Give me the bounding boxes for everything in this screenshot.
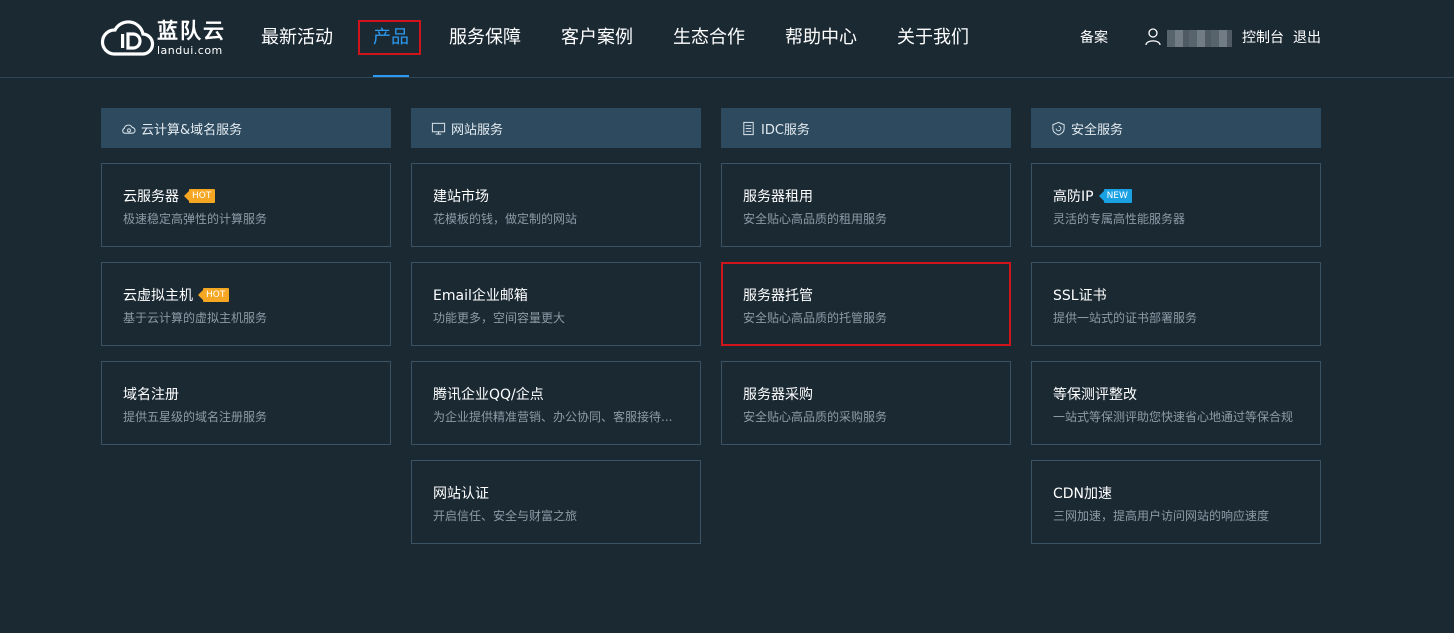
user-icon: [1145, 28, 1161, 46]
column-header-idc: IDC服务: [721, 108, 1011, 148]
column-title: 云计算&域名服务: [141, 122, 243, 138]
nav-item-about-us[interactable]: 关于我们: [897, 26, 969, 50]
record-link[interactable]: 备案: [1080, 29, 1108, 47]
card-title: 云虚拟主机: [123, 288, 193, 304]
product-card-cdn[interactable]: CDN加速 三网加速，提高用户访问网站的响应速度: [1031, 460, 1321, 544]
shield-icon: [1052, 121, 1065, 135]
nav-active-underline: [373, 75, 409, 77]
card-title: CDN加速: [1053, 486, 1113, 502]
column-title: 网站服务: [451, 122, 504, 138]
card-description: 花模板的钱，做定制的网站: [433, 212, 578, 226]
card-description: 灵活的专属高性能服务器: [1053, 212, 1186, 226]
card-title: 腾讯企业QQ/企点: [433, 387, 544, 403]
cloud-logo-icon: [100, 20, 155, 56]
card-description: 提供五星级的域名注册服务: [123, 410, 268, 424]
new-badge: NEW: [1098, 189, 1132, 203]
column-header-website: 网站服务: [411, 108, 701, 148]
nav-item-service-guarantee[interactable]: 服务保障: [449, 26, 521, 50]
brand-domain: landui.com: [157, 43, 223, 57]
console-link[interactable]: 控制台: [1242, 29, 1284, 47]
column-title: IDC服务: [761, 122, 810, 138]
card-title: 服务器采购: [743, 387, 813, 403]
product-card-compliance-assessment[interactable]: 等保测评整改 一站式等保测评助您快速省心地通过等保合规: [1031, 361, 1321, 445]
product-card-tencent-qq[interactable]: 腾讯企业QQ/企点 为企业提供精准营销、办公协同、客服接待...: [411, 361, 701, 445]
card-description: 极速稳定高弹性的计算服务: [123, 212, 268, 226]
card-description: 为企业提供精准营销、办公协同、客服接待...: [433, 410, 673, 424]
column-title: 安全服务: [1071, 122, 1124, 138]
card-description: 开启信任、安全与财富之旅: [433, 509, 578, 523]
top-header: 蓝队云 landui.com 最新活动 产品 服务保障 客户案例 生态合作 帮助…: [0, 0, 1454, 78]
card-title: 网站认证: [433, 486, 489, 502]
logout-link[interactable]: 退出: [1293, 29, 1321, 47]
card-description: 一站式等保测评助您快速省心地通过等保合规: [1053, 410, 1294, 424]
card-description: 三网加速，提高用户访问网站的响应速度: [1053, 509, 1270, 523]
username-redacted: [1167, 30, 1232, 47]
server-icon: [743, 121, 754, 135]
card-title: SSL证书: [1053, 288, 1107, 304]
product-card-ddos-ip[interactable]: 高防IP NEW 灵活的专属高性能服务器: [1031, 163, 1321, 247]
column-header-security: 安全服务: [1031, 108, 1321, 148]
card-title: 服务器托管: [743, 288, 813, 304]
card-title: 服务器租用: [743, 189, 813, 205]
card-description: 功能更多，空间容量更大: [433, 311, 566, 325]
card-description: 安全贴心高品质的托管服务: [743, 311, 888, 325]
product-card-ssl-certificate[interactable]: SSL证书 提供一站式的证书部署服务: [1031, 262, 1321, 346]
card-title: 等保测评整改: [1053, 387, 1137, 403]
product-card-cloud-server[interactable]: 云服务器 HOT 极速稳定高弹性的计算服务: [101, 163, 391, 247]
card-title: 云服务器: [123, 189, 179, 205]
hot-badge: HOT: [183, 189, 216, 203]
product-card-server-purchase[interactable]: 服务器采购 安全贴心高品质的采购服务: [721, 361, 1011, 445]
column-header-cloud: 云计算&域名服务: [101, 108, 391, 148]
nav-highlight-box: [358, 20, 421, 55]
card-description: 安全贴心高品质的租用服务: [743, 212, 888, 226]
brand-name: 蓝队云: [157, 18, 226, 43]
product-card-server-hosting[interactable]: 服务器托管 安全贴心高品质的托管服务: [721, 262, 1011, 346]
cloud-gear-icon: [122, 124, 136, 134]
monitor-icon: [431, 122, 446, 135]
card-description: 提供一站式的证书部署服务: [1053, 311, 1198, 325]
product-card-virtual-host[interactable]: 云虚拟主机 HOT 基于云计算的虚拟主机服务: [101, 262, 391, 346]
hot-badge: HOT: [197, 288, 230, 302]
nav-item-customer-cases[interactable]: 客户案例: [561, 26, 633, 50]
brand-logo[interactable]: 蓝队云 landui.com: [100, 18, 226, 58]
product-card-enterprise-email[interactable]: Email企业邮箱 功能更多，空间容量更大: [411, 262, 701, 346]
nav-item-latest-events[interactable]: 最新活动: [261, 26, 333, 50]
card-title: 高防IP: [1053, 189, 1094, 205]
card-title: Email企业邮箱: [433, 288, 528, 304]
product-card-site-market[interactable]: 建站市场 花模板的钱，做定制的网站: [411, 163, 701, 247]
card-title: 域名注册: [123, 387, 179, 403]
product-card-site-verification[interactable]: 网站认证 开启信任、安全与财富之旅: [411, 460, 701, 544]
product-card-server-rental[interactable]: 服务器租用 安全贴心高品质的租用服务: [721, 163, 1011, 247]
product-card-domain-registration[interactable]: 域名注册 提供五星级的域名注册服务: [101, 361, 391, 445]
nav-item-ecosystem[interactable]: 生态合作: [673, 26, 745, 50]
card-title: 建站市场: [433, 189, 489, 205]
card-description: 基于云计算的虚拟主机服务: [123, 311, 268, 325]
card-description: 安全贴心高品质的采购服务: [743, 410, 888, 424]
nav-item-help-center[interactable]: 帮助中心: [785, 26, 857, 50]
